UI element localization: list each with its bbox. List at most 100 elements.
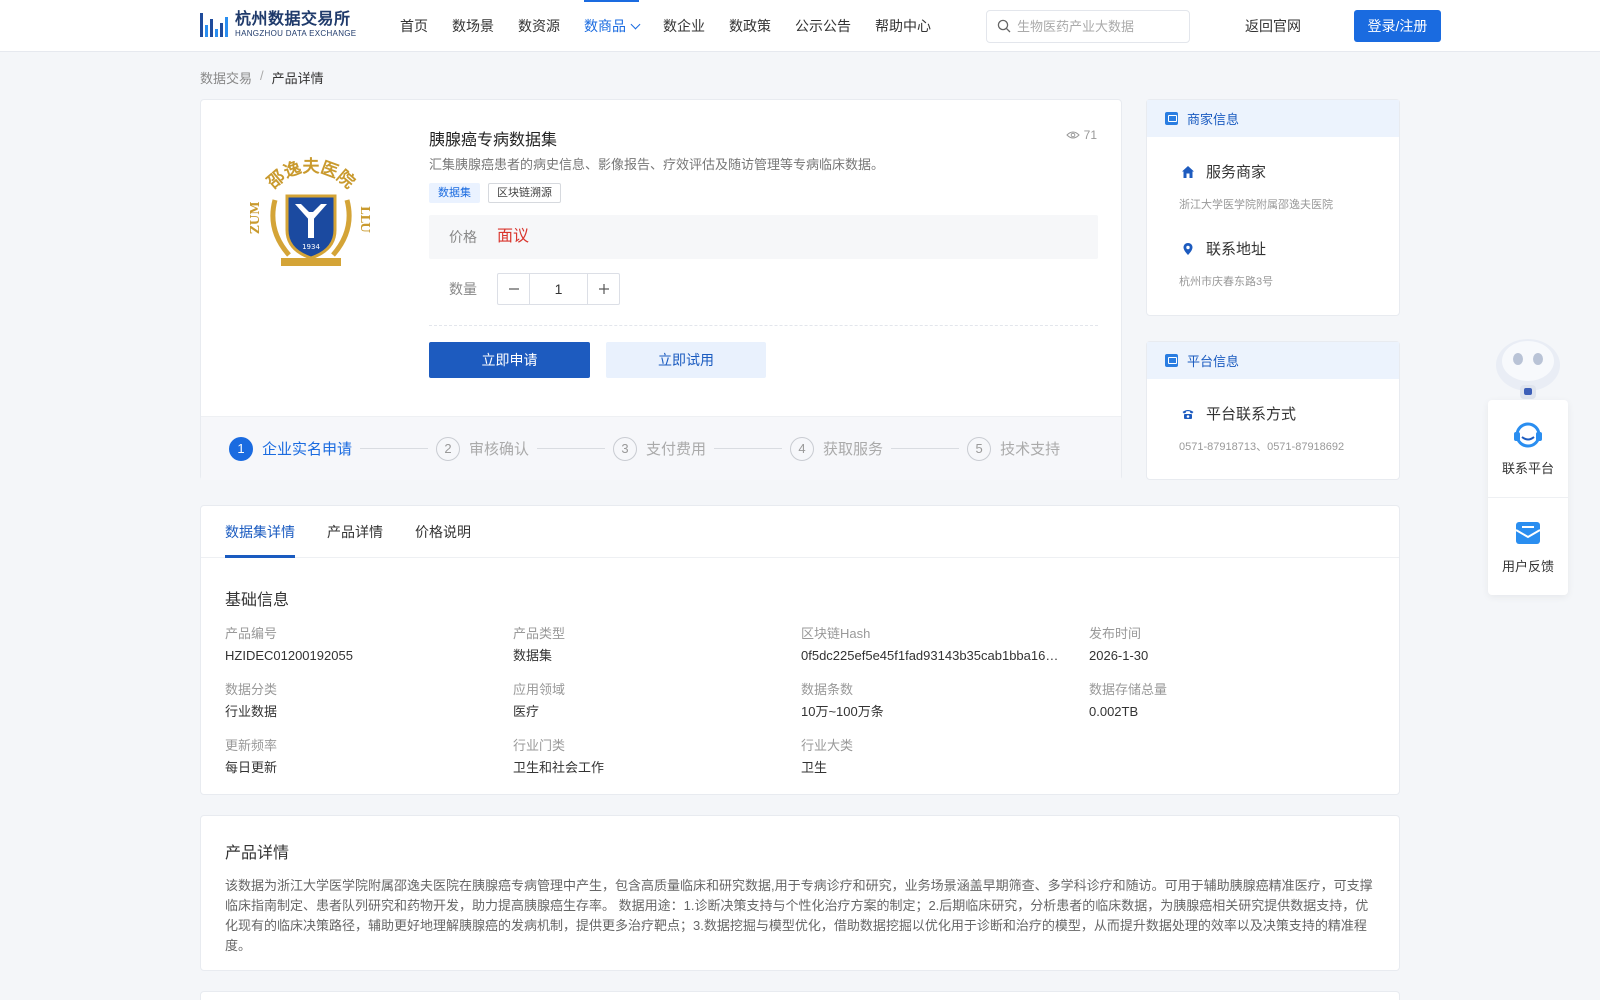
store-icon [1165,112,1178,125]
info-label: 行业门类 [513,738,566,753]
step-label: 审核确认 [469,441,530,458]
search-box[interactable]: 生物医药产业大数据 [986,10,1190,43]
login-register-button[interactable]: 登录/注册 [1354,10,1441,42]
step-number: 5 [967,436,992,461]
breadcrumb: 数据交易 / 产品详情 [200,68,324,87]
platform-info-header: 平台信息 [1147,342,1399,379]
quantity-stepper: 1 [497,273,620,305]
step-number: 1 [229,436,253,461]
phone-icon [1182,409,1194,419]
logo-side-right: LLU [358,206,372,233]
info-storage-total: 数据存储总量 0.002TB [1089,681,1375,724]
info-value: 医疗 [513,704,540,719]
nav-home[interactable]: 首页 [400,0,428,52]
try-now-button[interactable]: 立即试用 [606,342,766,378]
platform-contact-label: 平台联系方式 [1206,406,1297,423]
platform-contact-title: 平台联系方式 [1181,403,1399,424]
headset-icon [1514,422,1542,448]
step-connector [360,448,429,449]
info-industry-division: 行业大类 卫生 [801,737,1089,780]
logo-ring-text: 邵逸夫医院 [263,156,359,194]
step-connector [537,448,606,449]
product-detail-title: 产品详情 [225,845,290,862]
contact-platform-button[interactable]: 联系平台 [1488,400,1568,497]
info-label: 行业大类 [801,738,854,753]
hospital-logo-icon: 邵逸夫医院 ZUM LLU 1934 [248,156,372,266]
info-label: 区块链Hash [801,626,871,641]
eye-icon [1065,131,1080,139]
product-tags: 数据集 区块链溯源 [429,183,569,203]
nav-scenarios[interactable]: 数场景 [452,0,494,52]
step-connector [714,448,783,449]
search-scroll-text: 生物医药产业大数据 [1017,19,1135,34]
info-application-domain: 应用领域 医疗 [513,681,801,724]
back-to-official-link[interactable]: 返回官网 [1245,0,1301,52]
user-feedback-label: 用户反馈 [1501,558,1554,574]
info-value: 行业数据 [225,704,278,719]
basic-info-title: 基础信息 [225,592,290,609]
nav-announcements[interactable]: 公示公告 [795,0,851,52]
info-industry-section: 行业门类 卫生和社会工作 [513,737,801,780]
price-row: 价格 面议 [429,215,1098,259]
user-feedback-button[interactable]: 用户反馈 [1488,497,1568,594]
minus-icon [508,288,519,290]
info-publish-date: 发布时间 2026-1-30 [1089,625,1375,668]
view-count-value: 71 [1083,128,1097,142]
increment-button[interactable] [588,274,619,304]
tag-blockchain: 区块链溯源 [488,183,561,203]
nav-policies[interactable]: 数政策 [729,0,771,52]
info-value: HZIDEC01200192055 [225,648,353,663]
info-blockchain-hash: 区块链Hash 0f5dc225ef5e45f1fad93143b35cab1bb… [801,625,1089,668]
divider [429,325,1098,326]
info-label: 数据存储总量 [1089,682,1168,697]
step-number: 4 [790,436,815,461]
nav-resources[interactable]: 数资源 [518,0,560,52]
step-2: 2 审核确认 [436,436,530,461]
info-label: 应用领域 [513,682,566,697]
location-pin-icon [1183,242,1193,255]
nav-help[interactable]: 帮助中心 [875,0,931,52]
info-value: 0f5dc225ef5e45f1fad93143b35cab1bba16… [801,648,1059,663]
feedback-mail-icon [1515,521,1541,544]
product-title: 胰腺癌专病数据集 [429,132,558,149]
main-nav: 首页 数场景 数资源 数商品 数企业 数政策 公示公告 帮助中心 [400,0,955,52]
apply-now-button[interactable]: 立即申请 [429,342,590,378]
logo-year: 1934 [302,243,320,251]
tab-dataset-details[interactable]: 数据集详情 [225,506,295,558]
service-merchant-title: 服务商家 [1181,161,1399,182]
logo-bars-icon [200,13,230,37]
info-value: 每日更新 [225,760,278,775]
info-data-category: 数据分类 行业数据 [225,681,513,724]
info-label: 发布时间 [1089,626,1142,641]
step-connector [891,448,960,449]
step-label: 技术支持 [1000,441,1061,458]
info-value: 0.002TB [1089,704,1139,719]
decrement-button[interactable] [498,274,529,304]
quantity-input[interactable]: 1 [529,274,588,304]
nav-enterprises[interactable]: 数企业 [663,0,705,52]
nav-products[interactable]: 数商品 [584,0,641,52]
site-logo[interactable]: 杭州数据交易所 HANGZHOU DATA EXCHANGE [200,9,356,41]
basic-info-grid: 产品编号 HZIDEC01200192055 产品类型 数据集 区块链Hash 0f5… [225,625,1375,780]
price-value: 面议 [497,228,530,245]
step-number: 3 [613,436,638,461]
breadcrumb-separator: / [260,68,264,83]
price-label: 价格 [449,229,477,245]
logo-title: 杭州数据交易所 [235,11,351,28]
info-label: 产品类型 [513,626,566,641]
plus-icon [598,284,609,294]
search-icon[interactable] [997,19,1011,33]
tab-product-details[interactable]: 产品详情 [327,506,383,557]
logo-side-left: ZUM [248,201,262,234]
next-section-card [200,991,1400,1000]
breadcrumb-root[interactable]: 数据交易 [200,68,252,87]
service-merchant-label: 服务商家 [1206,164,1267,181]
tab-price-notes[interactable]: 价格说明 [415,506,471,557]
step-label: 获取服务 [823,441,884,458]
robot-assistant-icon[interactable] [1488,325,1568,400]
contact-platform-label: 联系平台 [1501,461,1554,476]
platform-contact-value: 0571-87918713、0571-87918692 [1179,441,1345,453]
step-label: 支付费用 [646,441,707,458]
product-detail-card: 产品详情 该数据为浙江大学医学院附属邵逸夫医院在胰腺癌专病管理中产生，包含高质量… [200,815,1400,971]
info-label: 数据条数 [801,682,854,697]
